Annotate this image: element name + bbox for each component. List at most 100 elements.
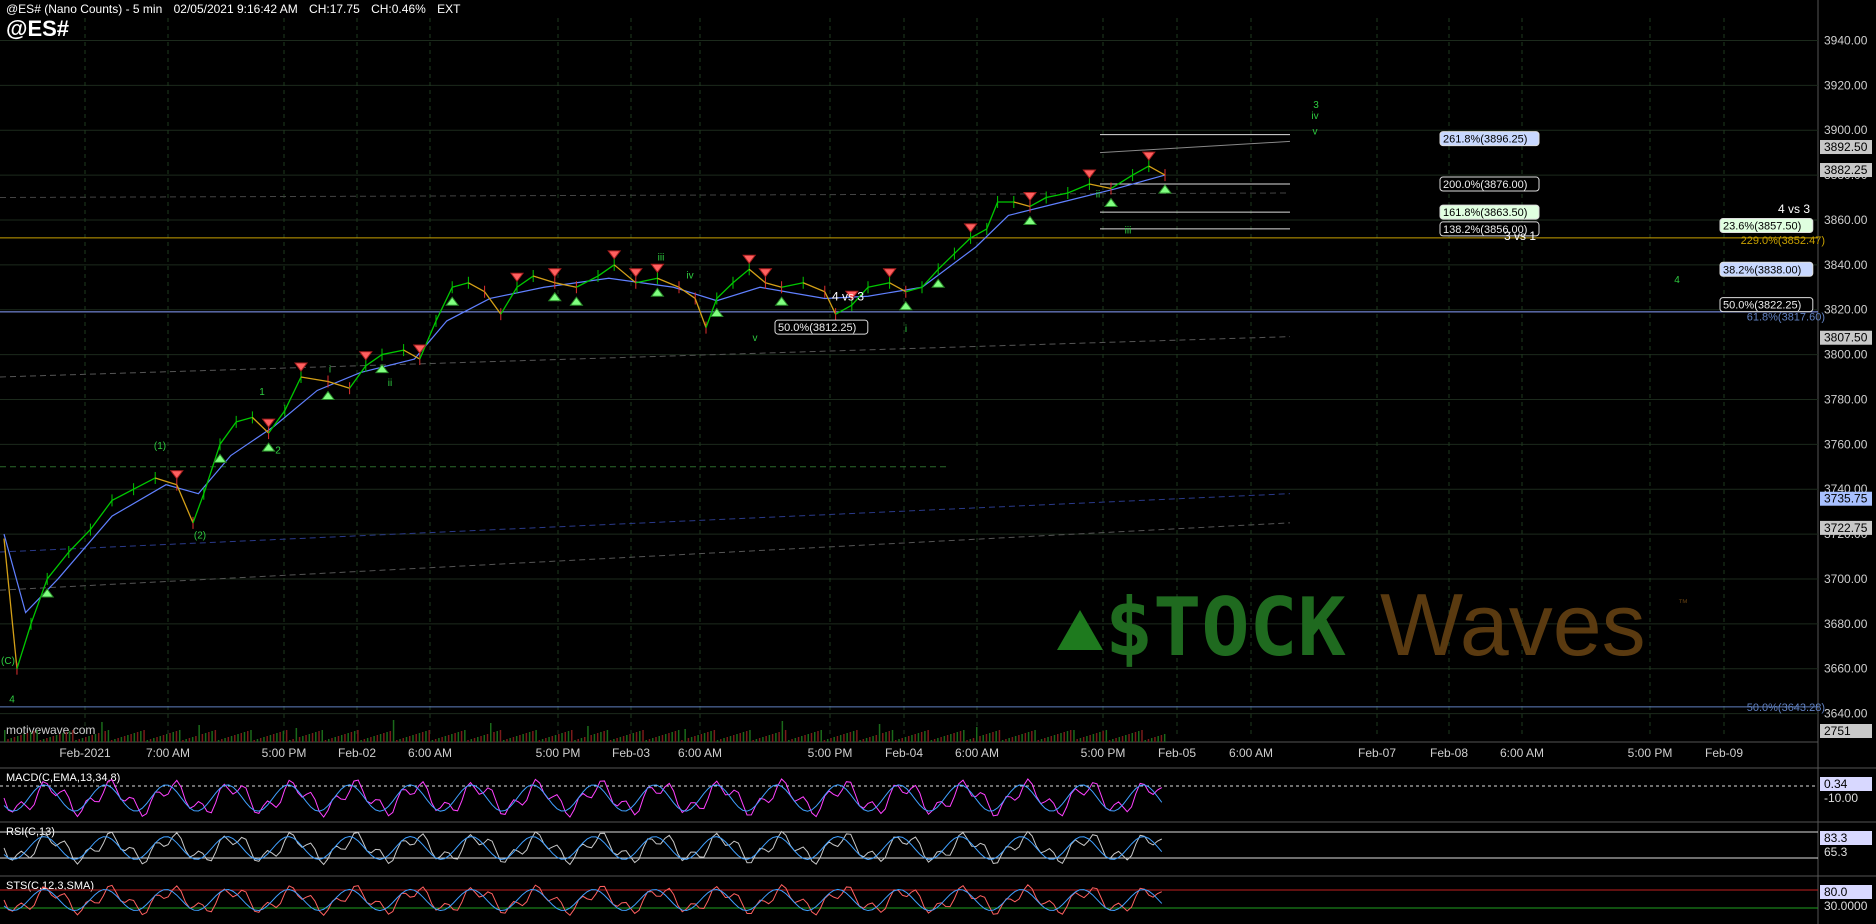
volume-bar xyxy=(289,740,291,742)
volume-bar xyxy=(421,732,424,742)
wave-label: iv xyxy=(1311,111,1318,122)
volume-bar xyxy=(509,738,511,742)
volume-bar xyxy=(664,734,667,742)
volume-bar xyxy=(784,730,787,742)
volume-bar xyxy=(639,731,641,742)
volume-bar xyxy=(959,731,962,742)
volume-bar xyxy=(350,732,353,742)
volume-bar xyxy=(713,730,716,742)
volume-bar xyxy=(1037,740,1040,742)
volume-bar xyxy=(1050,736,1053,742)
volume-bar xyxy=(295,728,298,742)
wave-label: i xyxy=(905,324,907,335)
price-segment xyxy=(484,291,502,315)
wave-label: 4 xyxy=(9,694,15,705)
volume-bar xyxy=(820,730,822,742)
volume-bar xyxy=(1066,731,1069,742)
wave-label: (2) xyxy=(194,531,206,542)
volume-bar xyxy=(311,733,314,742)
chart-header: @ES# (Nano Counts) - 5 min 02/05/2021 9:… xyxy=(6,2,468,16)
sell-signal-icon xyxy=(169,470,184,480)
volume-bar xyxy=(256,739,259,742)
header-session: EXT xyxy=(437,2,461,16)
volume-bar xyxy=(1160,735,1163,742)
volume-bar xyxy=(376,735,379,742)
volume-bar xyxy=(405,737,408,742)
volume-bar xyxy=(801,736,803,742)
volume-bar xyxy=(1018,735,1020,742)
volume-bar xyxy=(658,736,660,742)
time-tick-label: 6:00 AM xyxy=(678,746,722,760)
rsi-pane: RSI(C,13) 83.365.3 xyxy=(0,821,1876,866)
price-segment xyxy=(576,275,599,288)
watermark-motivewave: motivewave.com xyxy=(6,723,95,737)
volume-bar xyxy=(1024,733,1027,742)
time-tick-label: Feb-05 xyxy=(1158,746,1196,760)
volume-bar xyxy=(185,739,187,742)
volume-bar xyxy=(512,737,515,742)
volume-bar xyxy=(431,740,434,742)
watermark-stock: $TOCK xyxy=(1105,581,1346,674)
fib-level-label: 50.0%(3822.25) xyxy=(1723,300,1801,312)
volume-bar xyxy=(583,737,586,742)
volume-bar xyxy=(1021,734,1023,742)
volume-bar xyxy=(217,740,220,742)
volume-bar xyxy=(473,738,476,742)
volume-bar xyxy=(20,735,22,742)
volume-bar xyxy=(282,731,285,742)
price-segment xyxy=(68,529,91,553)
volume-bar xyxy=(363,739,366,742)
volume-bar xyxy=(690,737,693,742)
price-segment xyxy=(970,228,988,239)
sell-signal-icon xyxy=(742,254,757,265)
volume-bar xyxy=(253,740,255,742)
price-tick-label: 3780.00 xyxy=(1824,392,1868,406)
volume-bar xyxy=(107,730,110,742)
time-tick-label: Feb-09 xyxy=(1705,746,1743,760)
volume-bar xyxy=(856,730,858,742)
volume-bar xyxy=(551,736,554,742)
time-tick-label: Feb-03 xyxy=(612,746,650,760)
volume-bar xyxy=(402,738,405,742)
volume-bar xyxy=(331,738,333,742)
wave-label: (C) xyxy=(1,656,15,667)
volume-bar xyxy=(710,731,712,742)
volume-bar xyxy=(1131,733,1134,742)
volume-bar xyxy=(266,736,268,742)
volume-bar xyxy=(791,739,793,742)
volume-bar xyxy=(208,732,210,742)
pane-signal-line xyxy=(3,784,1163,812)
volume-bar xyxy=(117,738,119,742)
volume-bar xyxy=(425,731,427,742)
price-chart[interactable]: 3940.003920.003900.003880.003860.003840.… xyxy=(0,0,1876,924)
volume-bar xyxy=(762,737,764,742)
price-segment xyxy=(867,282,890,288)
volume-bar xyxy=(707,732,709,742)
price-segment xyxy=(694,298,707,328)
volume-bar xyxy=(227,737,230,742)
volume-bar xyxy=(52,736,55,742)
price-tick-label: 3700.00 xyxy=(1824,572,1868,586)
volume-bar xyxy=(645,740,648,742)
volume-bar xyxy=(224,738,226,742)
volume-bar xyxy=(230,736,233,742)
volume-bar xyxy=(1040,739,1043,742)
price-segment xyxy=(635,277,658,284)
volume-bar xyxy=(434,739,437,742)
volume-bar xyxy=(308,734,311,742)
volume-bar xyxy=(541,739,544,742)
volume-bar xyxy=(4,730,6,742)
volume-bar xyxy=(622,736,625,742)
wave-label: v xyxy=(1313,127,1318,138)
volume-bar xyxy=(318,731,320,742)
pane-value-label: 83.3 xyxy=(1824,831,1848,845)
volume-bar xyxy=(684,729,686,742)
volume-bar xyxy=(409,736,411,742)
volume-bar xyxy=(1057,734,1059,742)
volume-bar xyxy=(49,737,51,742)
volume-bar xyxy=(768,735,771,742)
price-segment xyxy=(452,282,469,288)
volume-bar xyxy=(972,738,975,742)
volume-bar xyxy=(752,740,754,742)
volume-bar xyxy=(1005,739,1007,742)
